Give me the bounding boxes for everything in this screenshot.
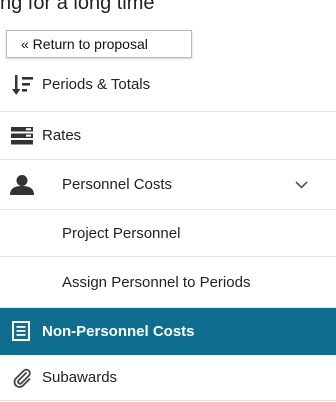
sidebar-item-label: Periods & Totals xyxy=(42,76,151,93)
sidebar-item-periods-totals[interactable]: Periods & Totals xyxy=(0,58,336,112)
top-cropped-strip: ng for a long time xyxy=(0,0,336,20)
sidebar-item-personnel-costs[interactable]: Personnel Costs xyxy=(0,160,336,210)
sidebar-item-label: Rates xyxy=(42,127,82,144)
sidebar-menu: Periods & Totals Rates Personnel Costs P… xyxy=(0,58,336,401)
chevron-down-icon[interactable] xyxy=(295,160,308,209)
rates-list-icon xyxy=(11,112,33,159)
sidebar-item-subawards[interactable]: Subawards xyxy=(0,355,336,401)
sidebar-item-label: Subawards xyxy=(42,369,118,386)
document-icon xyxy=(12,308,30,354)
sidebar-subitem-assign-personnel[interactable]: Assign Personnel to Periods xyxy=(0,257,336,308)
sort-periods-icon xyxy=(12,58,34,111)
sidebar-item-label: Assign Personnel to Periods xyxy=(62,273,251,291)
person-icon xyxy=(10,160,34,209)
sidebar-item-rates[interactable]: Rates xyxy=(0,112,336,160)
paperclip-icon xyxy=(12,355,32,400)
budget-sidebar: ng for a long time « Return to proposal … xyxy=(0,0,336,402)
sidebar-item-label: Project Personnel xyxy=(62,224,181,242)
sidebar-item-non-personnel-costs[interactable]: Non-Personnel Costs xyxy=(0,308,336,355)
sidebar-subitem-project-personnel[interactable]: Project Personnel xyxy=(0,210,336,257)
top-cropped-text: ng for a long time xyxy=(0,0,155,14)
sidebar-item-label: Personnel Costs xyxy=(62,176,173,193)
sidebar-item-label: Non-Personnel Costs xyxy=(42,322,195,340)
return-to-proposal-button[interactable]: « Return to proposal xyxy=(6,30,192,58)
